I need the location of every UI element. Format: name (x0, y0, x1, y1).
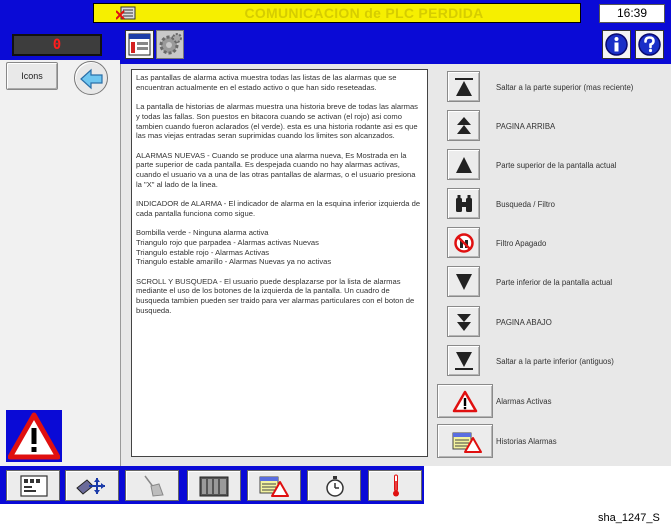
jump-bottom-button[interactable] (447, 345, 480, 376)
alarm-history-button[interactable] (437, 424, 493, 458)
help-legend-line: Triangulo rojo que parpadea - Alarmas ac… (136, 237, 319, 247)
nav-cleaning-button[interactable] (125, 470, 179, 501)
equipment-rack-icon (199, 476, 229, 497)
tool-row (120, 28, 671, 64)
process-flow-icon (76, 478, 105, 495)
info-icon (605, 33, 628, 56)
page-up-icon (457, 117, 471, 134)
jump-bottom-icon (455, 352, 473, 370)
alarm-history-icon (452, 432, 482, 453)
help-legend-line: Triangulo estable amarillo - Alarmas Nue… (136, 257, 332, 267)
help-button[interactable] (635, 30, 664, 59)
thermometer-icon (393, 474, 399, 497)
alarm-counter: 0 (12, 34, 102, 56)
report-icon (128, 33, 151, 56)
help-text-box[interactable]: Las pantallas de alarma activa muestra t… (131, 69, 428, 457)
alarm-counter-value: 0 (52, 37, 62, 53)
overview-screen-icon (20, 475, 48, 497)
settings-button[interactable] (156, 30, 184, 59)
nav-timer-button[interactable] (307, 470, 361, 501)
stopwatch-icon (326, 476, 344, 497)
filter-off-icon (454, 233, 474, 253)
screen-id-label: sha_1247_S (598, 512, 660, 524)
active-alarms-icon (452, 390, 478, 413)
clear-alarm-icon[interactable] (116, 6, 136, 20)
back-arrow-icon (80, 68, 103, 90)
left-panel-body (0, 60, 120, 466)
screen-bottom-label: Parte inferior de la pantalla actual (496, 278, 613, 287)
nav-temperature-button[interactable] (368, 470, 422, 501)
help-paragraph: ALARMAS NUEVAS - Cuando se produce una a… (136, 150, 416, 189)
page-down-icon (457, 314, 471, 331)
screen-top-button[interactable] (447, 149, 480, 180)
help-paragraph: INDICADOR de ALARMA - El indicador de al… (136, 199, 421, 218)
jump-bottom-label: Saltar a la parte inferior (antiguos) (496, 357, 614, 366)
help-legend-line: Triangulo estable rojo - Alarmas Activas (136, 247, 270, 257)
back-button[interactable] (74, 61, 108, 95)
info-button[interactable] (602, 30, 631, 59)
active-alarms-label: Alarmas Activas (496, 397, 552, 406)
screen-bottom-button[interactable] (447, 266, 480, 297)
broom-icon (144, 475, 164, 497)
screen-bottom-icon (456, 274, 472, 290)
warning-triangle-icon (7, 412, 61, 460)
nav-alarm-history-button[interactable] (247, 470, 301, 501)
page-up-label: PAGINA ARRIBA (496, 122, 556, 131)
help-legend-line: Bombilla verde - Ninguna alarma activa (136, 228, 269, 238)
gear-icon (159, 33, 182, 55)
search-filter-label: Busqueda / Filtro (496, 200, 555, 209)
screen-top-icon (456, 157, 472, 173)
page-up-button[interactable] (447, 110, 480, 141)
jump-top-button[interactable] (447, 71, 480, 102)
alarm-history-nav-icon (259, 476, 289, 497)
nav-equipment-button[interactable] (187, 470, 241, 501)
active-alarms-button[interactable] (437, 384, 493, 418)
icons-button[interactable]: Icons (6, 62, 58, 90)
help-paragraph: Las pantallas de alarma activa muestra t… (136, 73, 397, 92)
nav-process-button[interactable] (65, 470, 119, 501)
alarm-indicator[interactable] (6, 410, 62, 462)
filter-off-button[interactable] (447, 227, 480, 258)
jump-top-label: Saltar a la parte superior (mas reciente… (496, 83, 634, 92)
jump-top-icon (455, 78, 473, 96)
question-icon (638, 33, 661, 56)
report-button[interactable] (125, 30, 154, 59)
screen-top-label: Parte superior de la pantalla actual (496, 161, 617, 170)
alarm-banner-text: COMUNICACION de PLC PERDIDA (244, 5, 484, 21)
page-down-label: PAGINA ABAJO (496, 318, 552, 327)
search-filter-button[interactable] (447, 188, 480, 219)
help-paragraph: La pantalla de historias de alarmas mues… (136, 102, 418, 141)
help-paragraph: SCROLL Y BUSQUEDA - El usuario puede des… (136, 276, 415, 315)
alarm-banner[interactable]: COMUNICACION de PLC PERDIDA (93, 3, 581, 23)
clock-display: 16:39 (599, 4, 665, 23)
binoculars-icon (456, 195, 472, 212)
nav-overview-button[interactable] (6, 470, 60, 501)
alarm-history-label: Historias Alarmas (496, 437, 557, 446)
page-down-button[interactable] (447, 306, 480, 337)
filter-off-label: Filtro Apagado (496, 239, 547, 248)
